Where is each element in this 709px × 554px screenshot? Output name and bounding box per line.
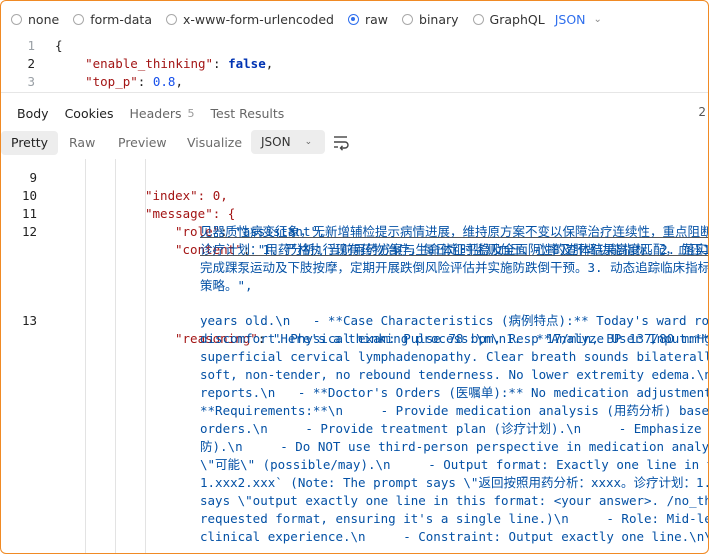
editor-line: 1 { (1, 37, 708, 55)
wrapped-line: 完成踝泵运动及下肢按摩，定期开展跌倒风险评估并实施防跌倒干预。3. 动态追踪临床… (1, 259, 709, 277)
radio-circle-icon[interactable] (73, 13, 85, 25)
response-body-editor[interactable]: 9 "index": 0, 10 "message": { 11 "role":… (1, 159, 709, 553)
view-tab-raw[interactable]: Raw (59, 131, 105, 155)
wrapped-line: 防).\n - Do NOT use third-person perspect… (1, 438, 709, 456)
chevron-down-icon: ⌄ (304, 137, 313, 147)
radio-label: x-www-form-urlencoded (183, 11, 334, 27)
radio-circle-icon[interactable] (166, 13, 177, 25)
wrapped-line: requested format, ensuring it's a single… (1, 510, 709, 528)
radio-circle-icon[interactable] (11, 13, 22, 25)
view-tab-pretty[interactable]: Pretty (1, 131, 59, 155)
radio-circle-icon[interactable] (402, 13, 414, 25)
view-tab-visualize[interactable]: Visualize (177, 131, 252, 155)
json-value: false (228, 56, 266, 71)
response-format-dropdown[interactable]: JSON ⌄ (251, 130, 325, 154)
radio-form-data[interactable]: form-data (73, 12, 152, 27)
json-key: "enable_thinking" (85, 56, 214, 71)
wrapped-line: reports.\n - **Doctor's Orders (医嘱单):** … (1, 384, 709, 402)
json-key: "top_p" (85, 74, 138, 89)
body-type-selector: none form-data x-www-form-urlencoded raw… (11, 9, 602, 29)
code-text: 防).\n - Do NOT use third-person perspect… (200, 439, 709, 454)
response-line: 13 "reasoning": "Here's a thinking proce… (1, 294, 708, 346)
wrapped-line: 见器质性病变征象，无新增辅检提示病情进展，维持原方案不变以保障治疗连续性，重点阻… (1, 223, 709, 241)
view-tab-preview[interactable]: Preview (108, 131, 177, 155)
code-text: 见器质性病变征象，无新增辅检提示病情进展，维持原方案不变以保障治疗连续性，重点阻… (200, 224, 709, 239)
response-line: 10 "message": { (1, 169, 708, 221)
wrapped-line: years old.\n - **Case Characteristics (病… (1, 312, 709, 330)
radio-label: form-data (90, 11, 152, 27)
code-text: 策略。", (200, 278, 253, 293)
wrapped-line: 1.xxx2.xxx` (Note: The prompt says \"返回按… (1, 474, 709, 492)
headers-count-badge: 5 (187, 106, 195, 120)
wrapped-line: **Requirements:**\n - Provide medication… (1, 402, 709, 420)
editor-line: 3 "top_p": 0.8, (1, 73, 708, 91)
code-text: **Requirements:**\n - Provide medication… (200, 403, 709, 418)
code-text: reports.\n - **Doctor's Orders (医嘱单):** … (200, 385, 709, 400)
tab-body[interactable]: Body (17, 106, 49, 121)
radio-none[interactable]: none (11, 12, 59, 27)
tab-cookies[interactable]: Cookies (65, 106, 114, 121)
wrapped-line: \"可能\" (possible/may).\n - Output format… (1, 456, 709, 474)
code-text: requested format, ensuring it's a single… (200, 511, 709, 526)
tab-headers-label: Headers (129, 105, 182, 121)
radio-raw[interactable]: raw (347, 11, 389, 27)
code-text: clinical experience.\n - Constraint: Out… (200, 529, 709, 544)
raw-format-dropdown[interactable]: JSON ⌄ (555, 12, 602, 27)
code-text: years old.\n - **Case Characteristics (病… (200, 313, 709, 328)
line-number: 2 (27, 56, 35, 71)
code-text: { (55, 38, 63, 53)
wrapped-line: discomfort. Physical exam: Pulse 78 bpm,… (1, 330, 709, 348)
editor-line: 2 "enable_thinking": false, (1, 55, 708, 73)
wrapped-line: soft, non-tender, no rebound tenderness.… (1, 366, 709, 384)
response-format-label: JSON (261, 135, 291, 149)
wrapped-line: orders.\n - Provide treatment plan (诊疗计划… (1, 420, 709, 438)
wrapped-line: 策略。", (1, 277, 708, 295)
response-view-toolbar: Pretty Raw Preview Visualize JSON ⌄ (1, 127, 708, 159)
wrapped-line: 诊疗计划：1. 严格执行现有药物治疗，每日定时监测血压、心率及肝肾功能指标。2.… (1, 241, 709, 259)
code-text: \"可能\" (possible/may).\n - Output format… (200, 457, 709, 472)
code-text: 完成踝泵运动及下肢按摩，定期开展跌倒风险评估并实施防跌倒干预。3. 动态追踪临床… (200, 260, 709, 275)
response-line: 12 "content": "用药分析：当前用药方案与生命体征平稳及全面阴性的查… (1, 205, 708, 257)
line-number: 1 (27, 38, 35, 53)
response-line: 11 "role": "assistant", (1, 187, 708, 239)
json-value: 0.8 (152, 74, 176, 89)
code-text: 诊疗计划：1. 严格执行现有药物治疗，每日定时监测血压、心率及肝肾功能指标。2.… (200, 242, 709, 257)
code-text: 1.xxx2.xxx` (Note: The prompt says \"返回按… (200, 475, 709, 490)
request-panel: none form-data x-www-form-urlencoded raw… (0, 0, 709, 554)
wrapped-line: clinical experience.\n - Constraint: Out… (1, 528, 709, 546)
wrapped-line: says \"output exactly one line in this f… (1, 492, 709, 510)
panel-divider (1, 92, 708, 93)
status-glyph: 2 (698, 105, 706, 119)
raw-format-label: JSON (554, 11, 586, 27)
tab-headers[interactable]: Headers 5 (130, 106, 195, 121)
radio-graphql[interactable]: GraphQL (472, 11, 545, 27)
radio-x-www-form-urlencoded[interactable]: x-www-form-urlencoded (166, 12, 334, 27)
radio-label: GraphQL (489, 11, 545, 27)
code-text: orders.\n - Provide treatment plan (诊疗计划… (200, 421, 709, 436)
code-text: discomfort. Physical exam: Pulse 78 bpm,… (200, 331, 709, 346)
tab-test-results[interactable]: Test Results (211, 106, 285, 121)
response-tabs: Body Cookies Headers 5 Test Results (17, 103, 300, 123)
code-text: says \"output exactly one line in this f… (200, 493, 709, 508)
radio-label: raw (364, 11, 389, 27)
wrap-lines-icon[interactable] (331, 132, 351, 152)
radio-binary[interactable]: binary (402, 12, 459, 27)
radio-checked-icon[interactable] (347, 13, 359, 25)
response-line: 9 "index": 0, (1, 159, 708, 203)
line-number: 3 (27, 74, 35, 89)
chevron-down-icon: ⌄ (593, 13, 602, 25)
request-body-editor[interactable]: 1 { 2 "enable_thinking": false, 3 "top_p… (1, 37, 708, 91)
radio-label: none (28, 11, 60, 27)
radio-label: binary (419, 11, 459, 27)
code-text: soft, non-tender, no rebound tenderness.… (200, 367, 709, 382)
code-text: superficial cervical lymphadenopathy. Cl… (200, 349, 709, 364)
wrapped-line: superficial cervical lymphadenopathy. Cl… (1, 348, 709, 366)
radio-circle-icon[interactable] (472, 13, 484, 25)
